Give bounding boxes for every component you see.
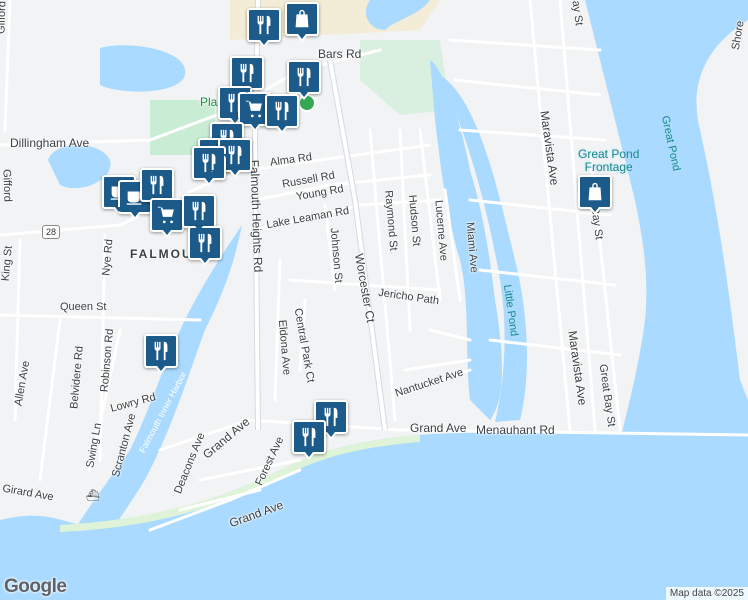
street-label-grand-ave-center: Grand Ave — [410, 421, 467, 435]
map-pin-restaurant[interactable] — [144, 334, 178, 374]
map-pin-restaurant[interactable] — [230, 56, 264, 96]
water-label-frontage: Great Pond Frontage — [578, 147, 640, 174]
fork-knife-icon — [150, 340, 172, 362]
street-label-menauhant-rd: Menauhant Rd — [476, 423, 555, 437]
fork-knife-icon — [293, 66, 315, 88]
fork-knife-icon — [253, 14, 275, 36]
fork-knife-icon — [188, 200, 210, 222]
fork-knife-icon — [271, 100, 293, 122]
fork-knife-icon — [194, 232, 216, 254]
fork-knife-icon — [298, 426, 320, 448]
map-attribution[interactable]: Map data ©2025 — [665, 587, 748, 600]
plaza-label: Pla — [200, 95, 218, 109]
street-label-gifford: Gifford — [0, 0, 9, 35]
ferry-icon: ⛴ — [86, 490, 100, 502]
map-pin-shopping[interactable] — [578, 175, 612, 215]
map-pin-restaurant[interactable] — [287, 60, 321, 100]
map-pin-restaurant[interactable] — [247, 8, 281, 48]
street-label-bars-rd: Bars Rd — [318, 47, 362, 61]
street-label-gifford-south: Gifford — [0, 168, 14, 203]
route-28-shield: 28 — [42, 225, 61, 239]
fork-knife-icon — [236, 62, 258, 84]
map-pin-restaurant[interactable] — [140, 168, 174, 208]
map-pin-restaurant[interactable] — [188, 226, 222, 266]
town-label: FALMOU — [130, 247, 193, 261]
shopping-cart-icon — [156, 204, 178, 226]
street-label-queen-st: Queen St — [60, 301, 107, 313]
street-label-falmouth-heights-rd: Falmouth Heights Rd — [247, 159, 266, 273]
shopping-bag-icon — [584, 181, 606, 203]
google-logo[interactable]: Google — [4, 576, 67, 598]
map-pin-restaurant[interactable] — [182, 194, 216, 234]
map-pin-restaurant[interactable] — [265, 94, 299, 134]
map-pin-restaurant[interactable] — [292, 420, 326, 460]
map-pin-restaurant[interactable] — [192, 146, 226, 186]
fork-knife-icon — [146, 174, 168, 196]
shopping-bag-icon — [291, 8, 313, 30]
street-label-dillingham-ave: Dillingham Ave — [10, 136, 90, 150]
map-canvas[interactable]: Gifford Bars Rd Dillingham Ave Alma Rd R… — [0, 0, 748, 600]
shopping-cart-icon — [244, 98, 266, 120]
map-pin-shopping[interactable] — [285, 2, 319, 42]
